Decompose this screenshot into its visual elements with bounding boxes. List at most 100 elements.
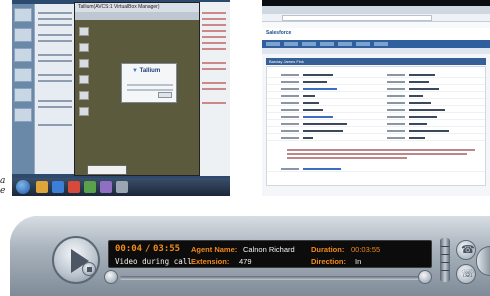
volume-slider[interactable] [440, 238, 450, 282]
crm-nav-tab[interactable] [356, 42, 370, 46]
file-explorer-pane [34, 4, 74, 174]
explorer-row[interactable] [38, 124, 72, 126]
taskbar-app-icon[interactable] [100, 181, 112, 193]
notification-popup[interactable] [87, 165, 127, 175]
side-list-panel [200, 2, 230, 176]
virtual-machine-window: Tallium(AVCS:1 VirtualBox Manager) ▼ Tal… [74, 2, 200, 176]
browser-tab-strip[interactable] [262, 6, 490, 14]
vm-titlebar[interactable]: Tallium(AVCS:1 VirtualBox Manager) [75, 3, 199, 12]
explorer-row[interactable] [38, 24, 72, 26]
taskbar-browser-icon[interactable] [52, 181, 64, 193]
duration-label: Duration: [311, 245, 345, 254]
rewind-knob[interactable] [104, 270, 118, 284]
field-row [267, 71, 485, 78]
crm-nav-tab[interactable] [266, 42, 280, 46]
tallium-logo-icon: ▼ [132, 68, 140, 74]
field-row [267, 113, 485, 120]
side-list-row[interactable] [202, 102, 226, 104]
crm-header: Salesforce [262, 28, 490, 40]
desktop-icon[interactable] [14, 28, 32, 42]
current-time: 00:04 [115, 244, 143, 254]
browser-toolbar [262, 14, 490, 22]
crm-logo[interactable]: Salesforce [266, 30, 291, 36]
explorer-row[interactable] [38, 100, 72, 102]
seek-end-knob[interactable] [418, 270, 432, 284]
vm-desktop-icon[interactable] [79, 59, 89, 68]
seek-bar[interactable] [120, 276, 420, 280]
taskbar-app-icon[interactable] [84, 181, 96, 193]
tallium-logo: ▼ Tallium [132, 68, 160, 74]
agent-name-value: Calnon Richard [243, 245, 295, 254]
record-title-bar: Barclay James Fink [266, 58, 486, 65]
vm-desktop-icon[interactable] [79, 107, 89, 116]
crm-nav-tab[interactable] [338, 42, 352, 46]
desktop-icon[interactable] [14, 68, 32, 82]
side-list-row[interactable] [202, 12, 226, 14]
taskbar [12, 178, 230, 196]
total-time: 03:55 [153, 244, 181, 254]
remote-desktop: Tallium(AVCS:1 VirtualBox Manager) ▼ Tal… [12, 0, 230, 178]
side-list-row[interactable] [202, 82, 226, 84]
volume-notch [441, 246, 449, 247]
side-list-row[interactable] [202, 42, 226, 44]
crm-nav-tab[interactable] [284, 42, 298, 46]
desktop-icon[interactable] [14, 108, 32, 122]
side-list-row[interactable] [202, 30, 226, 32]
field-row [267, 85, 485, 92]
explorer-row[interactable] [38, 80, 72, 82]
side-list-row[interactable] [202, 24, 226, 26]
play-button[interactable] [52, 236, 100, 284]
desktop-icon[interactable] [14, 88, 32, 102]
explorer-row[interactable] [38, 74, 72, 76]
record-detail-panel [266, 66, 486, 186]
phone-button[interactable]: ☎ [456, 240, 476, 260]
desktop-icon[interactable] [14, 8, 32, 22]
hangup-icon: ☏ [461, 267, 475, 280]
explorer-row[interactable] [38, 54, 72, 56]
volume-notch [441, 270, 449, 271]
taskbar-folder-icon[interactable] [36, 181, 48, 193]
description-field [287, 149, 477, 161]
direction-label: Direction: [311, 257, 347, 266]
tallium-logo-text: Tallium [139, 68, 161, 74]
explorer-row[interactable] [38, 106, 72, 108]
agent-name-label: Agent Name: [191, 245, 238, 254]
address-bar[interactable] [282, 15, 432, 21]
vm-desktop-icon[interactable] [79, 43, 89, 52]
hangup-button[interactable]: ☏ [456, 264, 476, 284]
volume-notch [441, 254, 449, 255]
vm-window-title: Tallium(AVCS:1 VirtualBox Manager) [78, 4, 160, 10]
taskbar-app-icon[interactable] [116, 181, 128, 193]
crm-nav-tab[interactable] [320, 42, 334, 46]
direction-value: In [355, 257, 362, 266]
side-list-row[interactable] [202, 88, 226, 90]
explorer-row[interactable] [38, 12, 72, 14]
side-list-row[interactable] [202, 62, 226, 64]
vm-desktop-icon[interactable] [79, 75, 89, 84]
dialog-ok-button[interactable] [158, 92, 172, 98]
extension-label: Extension: [191, 257, 230, 266]
vm-desktop-icon[interactable] [79, 27, 89, 36]
crm-nav-tab[interactable] [302, 42, 316, 46]
desktop-icon[interactable] [14, 48, 32, 62]
explorer-row[interactable] [38, 40, 72, 42]
screen-recording-frame: Tallium(AVCS:1 VirtualBox Manager) ▼ Tal… [0, 0, 490, 296]
side-list-row[interactable] [202, 36, 226, 38]
crm-sub-nav[interactable] [262, 48, 490, 54]
field-row [267, 99, 485, 106]
vm-desktop-icon[interactable] [79, 91, 89, 100]
field-row [267, 78, 485, 85]
explorer-row[interactable] [38, 18, 72, 20]
explorer-row[interactable] [38, 34, 72, 36]
side-list-row[interactable] [202, 68, 226, 70]
stop-button[interactable] [82, 262, 96, 276]
explorer-row[interactable] [38, 60, 72, 62]
start-button[interactable] [16, 180, 30, 194]
stop-icon [87, 267, 92, 272]
tallium-dialog: ▼ Tallium [121, 63, 177, 103]
side-list-row[interactable] [202, 48, 226, 50]
field-row [267, 120, 485, 127]
crm-nav-tab[interactable] [374, 42, 388, 46]
taskbar-app-icon[interactable] [68, 181, 80, 193]
side-list-row[interactable] [202, 18, 226, 20]
